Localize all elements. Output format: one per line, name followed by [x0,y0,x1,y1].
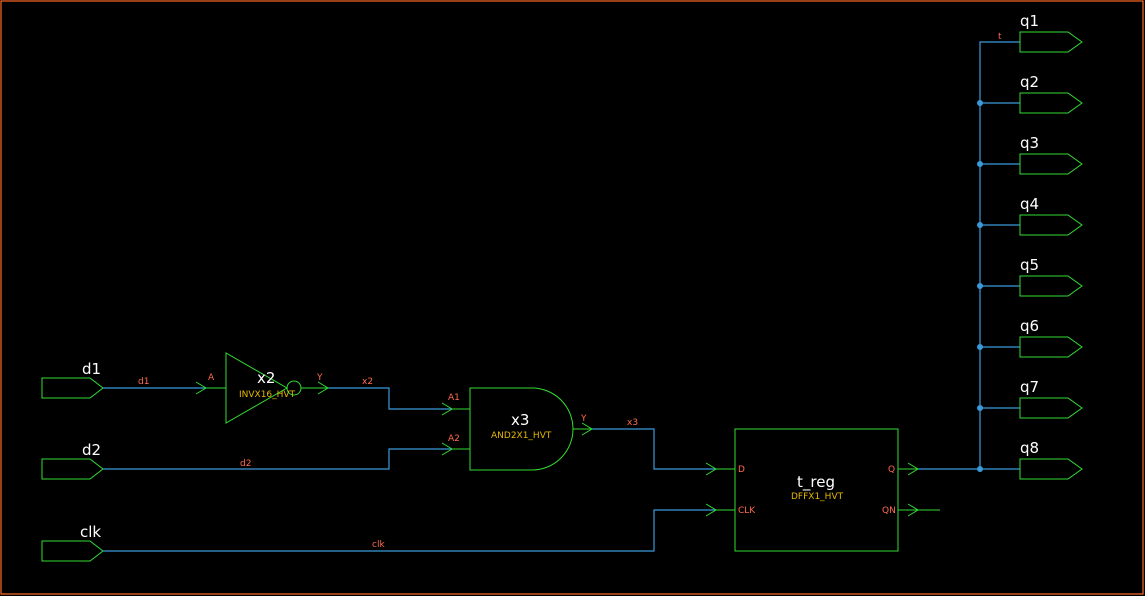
net-label: d1 [138,377,149,387]
pin-label: A2 [448,434,460,444]
flipflop-t-reg[interactable]: t_reg DFFX1_HVT D CLK Q QN [705,428,940,552]
output-port-q4[interactable]: q4 [1019,195,1083,236]
port-label: d2 [82,441,101,459]
cell-label: AND2X1_HVT [491,431,552,441]
pin-label: QN [882,506,896,516]
port-label: d1 [82,360,101,378]
cell-label: DFFX1_HVT [791,492,844,502]
port-label: q4 [1020,195,1039,213]
port-label: q7 [1020,378,1039,396]
port-label: q8 [1020,439,1039,457]
and-gate-x3[interactable]: x3 AND2X1_HVT A1 A2 Y [441,387,593,471]
input-port-d2[interactable]: d2 [41,441,104,480]
output-port-q3[interactable]: q3 [1019,134,1083,175]
net-x2[interactable]: x2 [328,377,452,410]
junction-dot [977,344,983,350]
pin-label: Y [316,373,323,383]
junction-dot [977,161,983,167]
instance-label: x2 [257,369,275,387]
net-label: t [998,32,1002,42]
schematic-frame [0,0,1144,595]
instance-label: x3 [511,411,529,429]
net-d1[interactable]: d1 [103,377,206,389]
instance-label: t_reg [797,473,835,492]
junction-dot [977,466,983,472]
net-label: x3 [627,418,638,428]
cell-label: INVX16_HVT [239,390,296,400]
pin-label: A1 [448,393,460,403]
net-clk[interactable]: clk [103,509,716,552]
port-label: q5 [1020,256,1039,274]
output-port-q2[interactable]: q2 [1019,73,1083,114]
junction-dot [977,405,983,411]
output-port-q6[interactable]: q6 [1019,317,1083,358]
net-label: clk [372,540,385,550]
port-label: q2 [1020,73,1039,91]
schematic-canvas[interactable]: d1 d2 clk d1 x2 d2 x3 clk t x2 INVX16_HV… [0,0,1145,596]
junction-dot [977,100,983,106]
input-port-clk[interactable]: clk [41,523,104,562]
port-label: q3 [1020,134,1039,152]
junction-dot [977,283,983,289]
pin-label: Y [580,414,587,424]
output-port-q8[interactable]: q8 [1019,439,1083,480]
pin-label: D [738,465,745,475]
port-label: q6 [1020,317,1039,335]
pin-label: CLK [738,506,756,516]
port-label: clk [80,523,101,541]
input-port-d1[interactable]: d1 [41,360,104,399]
net-label: x2 [362,377,373,387]
inverter-x2[interactable]: x2 INVX16_HVT A Y [195,352,329,424]
net-d2[interactable]: d2 [103,448,452,470]
net-x3[interactable]: x3 [592,418,716,470]
output-port-q5[interactable]: q5 [1019,256,1083,297]
output-port-q7[interactable]: q7 [1019,378,1083,419]
net-label: d2 [240,459,251,469]
net-t[interactable]: t [918,32,1020,472]
pin-label: Q [888,465,895,475]
pin-label: A [208,373,215,383]
output-port-q1[interactable]: q1 [1019,12,1083,53]
junction-dot [977,222,983,228]
port-label: q1 [1020,12,1039,30]
